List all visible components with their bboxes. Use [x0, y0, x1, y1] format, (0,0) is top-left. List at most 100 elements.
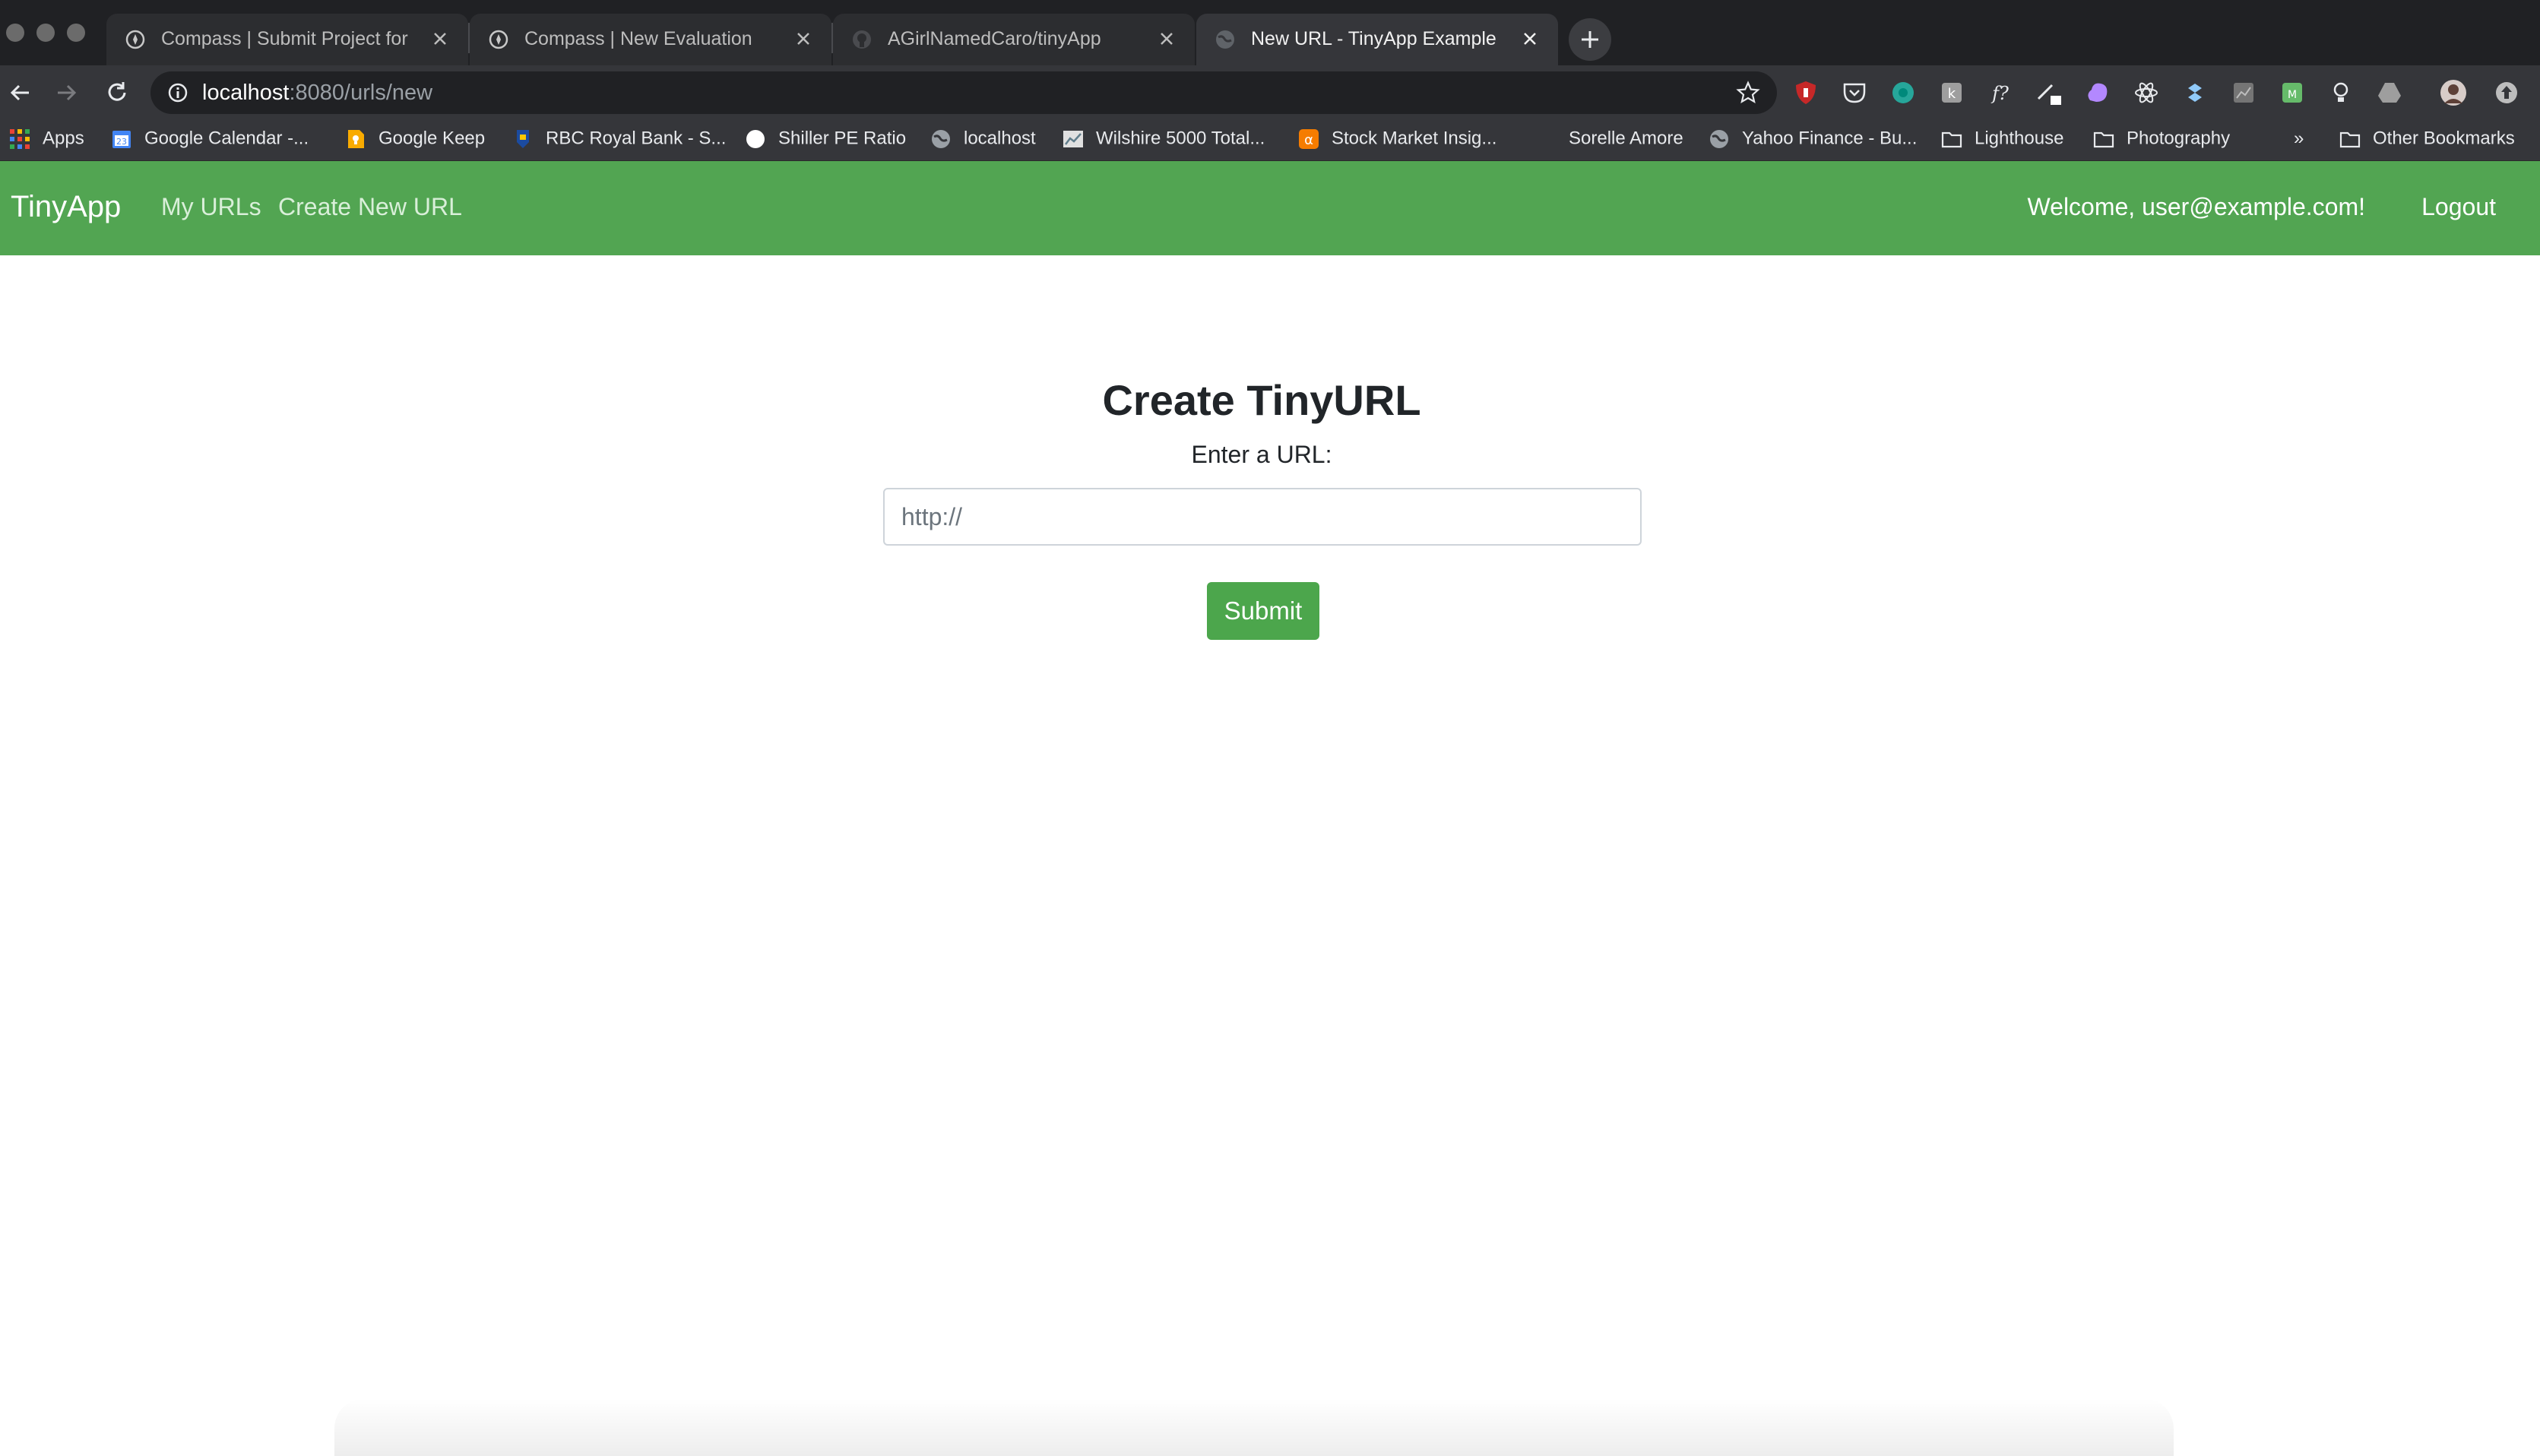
close-icon[interactable]	[1519, 27, 1541, 50]
bottom-shadow	[334, 1398, 2174, 1456]
bookmark-label: localhost	[964, 128, 1036, 149]
compass-icon	[125, 30, 145, 49]
drive-icon[interactable]	[2376, 79, 2403, 106]
globe-icon	[1710, 129, 1728, 148]
bookmark-label: Wilshire 5000 Total...	[1096, 128, 1265, 149]
react-icon[interactable]	[2133, 79, 2160, 106]
bookmark-shiller-pe[interactable]: Shiller PE Ratio	[745, 128, 906, 154]
tab-title: Compass | Submit Project for Ev	[161, 28, 412, 49]
plus-icon	[1582, 31, 1598, 48]
window-close-control[interactable]	[6, 24, 24, 42]
folder-icon	[2339, 131, 2361, 147]
dropbox-icon[interactable]	[2181, 79, 2209, 106]
reload-icon[interactable]	[103, 79, 131, 106]
app-navbar: TinyApp My URLs Create New URL Welcome, …	[0, 161, 2540, 255]
teal-circle-icon[interactable]	[1889, 79, 1917, 106]
bookmark-localhost[interactable]: localhost	[930, 128, 1036, 154]
window-minimize-control[interactable]	[36, 24, 55, 42]
bookmark-folder-photography[interactable]: Photography	[2093, 128, 2230, 154]
bookmark-label: Google Keep	[378, 128, 486, 149]
alpha-icon: α	[1299, 128, 1319, 149]
blank-icon	[1535, 128, 1557, 150]
bookmark-google-keep[interactable]: Google Keep	[345, 128, 485, 154]
back-arrow-icon[interactable]	[6, 79, 33, 106]
tab-title: Compass | New Evaluation	[524, 28, 752, 49]
keep-icon	[348, 129, 364, 148]
bookmark-wilshire[interactable]: Wilshire 5000 Total...	[1063, 128, 1265, 154]
svg-text:k: k	[1948, 86, 1956, 102]
bookmark-label: Google Calendar -...	[144, 128, 309, 149]
chart-ext-icon[interactable]	[2230, 79, 2257, 106]
page-title: Create TinyURL	[1102, 376, 1421, 424]
info-icon[interactable]	[167, 82, 188, 103]
puzzle-icon[interactable]: k	[1938, 79, 1965, 106]
globe-icon	[932, 129, 950, 148]
calendar-icon: 23	[112, 130, 131, 148]
bookmark-label: Yahoo Finance - Bu...	[1742, 128, 1918, 149]
bookmarks-bar: Apps 23 Google Calendar -... Google Keep …	[0, 120, 2540, 161]
pen-icon[interactable]	[2035, 79, 2063, 106]
svg-text:f?: f?	[1991, 83, 2009, 104]
svg-text:23: 23	[116, 137, 127, 147]
nav-create-new-url[interactable]: Create New URL	[278, 193, 462, 221]
url-field-label: Enter a URL:	[1191, 441, 1332, 468]
logout-link[interactable]: Logout	[2421, 193, 2496, 221]
bookmark-label: Shiller PE Ratio	[778, 128, 907, 149]
browser-tab[interactable]: AGirlNamedCaro/tinyApp	[833, 14, 1195, 65]
folder-icon	[2093, 131, 2114, 147]
address-host: localhost	[202, 81, 290, 105]
bookmark-stock-market[interactable]: α Stock Market Insig...	[1298, 128, 1496, 154]
bookmark-apps[interactable]: Apps	[9, 128, 84, 154]
bookmark-star-icon[interactable]	[1736, 81, 1760, 105]
bookmarks-overflow-button[interactable]: »	[2294, 128, 2304, 154]
nav-my-urls[interactable]: My URLs	[161, 193, 261, 221]
bookmark-folder-lighthouse[interactable]: Lighthouse	[1941, 128, 2063, 154]
new-tab-button[interactable]	[1569, 18, 1611, 61]
bookmark-sorelle-amore[interactable]: Sorelle Amore	[1535, 128, 1683, 154]
close-icon[interactable]	[429, 27, 451, 50]
bookmark-yahoo-finance[interactable]: Yahoo Finance - Bu...	[1709, 128, 1917, 154]
overflow-icon: »	[2294, 128, 2304, 149]
long-url-input[interactable]	[883, 488, 1642, 546]
rbc-icon	[517, 129, 529, 148]
globe-icon	[1216, 30, 1234, 49]
tab-title: New URL - TinyApp Example	[1251, 28, 1496, 49]
chart-icon	[1063, 130, 1083, 147]
bulb-icon[interactable]	[2327, 79, 2355, 106]
update-icon[interactable]	[2493, 79, 2520, 106]
browser-tab-active[interactable]: New URL - TinyApp Example	[1196, 14, 1558, 65]
bookmark-label: Apps	[43, 128, 84, 149]
bookmark-google-calendar[interactable]: 23 Google Calendar -...	[111, 128, 309, 154]
browser-tab[interactable]: Compass | New Evaluation	[470, 14, 831, 65]
bookmark-label: Other Bookmarks	[2373, 128, 2515, 149]
fx-icon[interactable]: f?	[1987, 79, 2014, 106]
bookmark-label: Photography	[2127, 128, 2231, 149]
close-icon[interactable]	[1155, 27, 1178, 50]
circle-icon	[746, 129, 765, 148]
address-url[interactable]: localhost:8080/urls/new	[202, 81, 432, 106]
ublock-icon[interactable]	[1792, 79, 1819, 106]
bookmark-label: Sorelle Amore	[1569, 128, 1683, 149]
tab-title: AGirlNamedCaro/tinyApp	[888, 28, 1101, 49]
bookmark-rbc[interactable]: RBC Royal Bank - S...	[512, 128, 726, 154]
svg-text:α: α	[1304, 132, 1313, 148]
pocket-icon[interactable]	[1841, 79, 1868, 106]
close-icon[interactable]	[792, 27, 815, 50]
forward-arrow-icon[interactable]	[53, 79, 81, 106]
brand-link[interactable]: TinyApp	[11, 190, 121, 224]
cloud-icon[interactable]	[2084, 79, 2111, 106]
avatar[interactable]	[2440, 79, 2467, 106]
svg-text:M: M	[2288, 89, 2297, 101]
welcome-message: Welcome, user@example.com!	[2027, 193, 2365, 220]
window-zoom-control[interactable]	[67, 24, 85, 42]
submit-button[interactable]: Submit	[1207, 582, 1319, 640]
browser-tab[interactable]: Compass | Submit Project for Ev	[106, 14, 468, 65]
bookmark-label: Stock Market Insig...	[1332, 128, 1497, 149]
folder-icon	[1941, 131, 1962, 147]
address-bar[interactable]: localhost:8080/urls/new	[150, 71, 1777, 114]
github-icon	[853, 30, 871, 49]
bookmark-label: Lighthouse	[1975, 128, 2064, 149]
green-square-icon[interactable]: M	[2279, 79, 2306, 106]
bookmark-folder-other[interactable]: Other Bookmarks	[2339, 128, 2515, 154]
apps-grid-icon	[10, 128, 30, 149]
